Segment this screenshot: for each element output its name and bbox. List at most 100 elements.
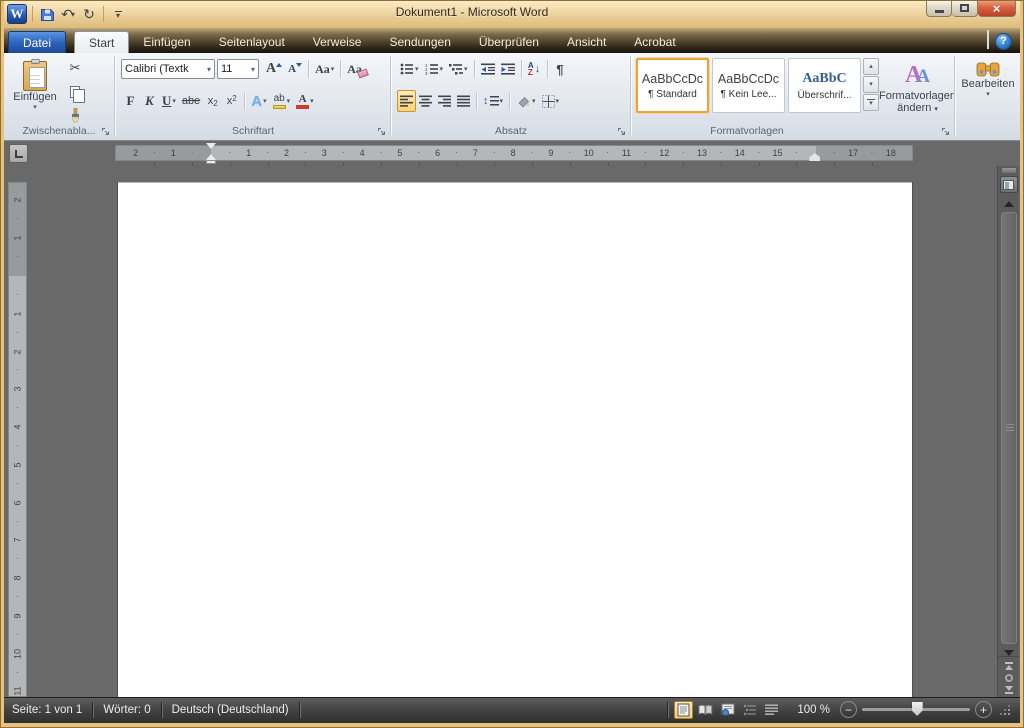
tab-acrobat[interactable]: Acrobat — [620, 31, 689, 53]
zoom-level[interactable]: 100 % — [797, 704, 830, 716]
numbered-list-icon: 123 — [425, 63, 439, 75]
shrink-font-button[interactable]: A — [285, 58, 305, 80]
close-button[interactable]: × — [978, 0, 1016, 17]
format-painter-button[interactable] — [65, 105, 85, 127]
web-layout-view-button[interactable] — [718, 701, 737, 719]
tab-ansicht[interactable]: Ansicht — [553, 31, 620, 53]
editing-button[interactable]: Bearbeiten ▾ — [955, 53, 1021, 98]
undo-button[interactable]: ↶▾ — [59, 4, 77, 24]
tab-seitenlayout[interactable]: Seitenlayout — [205, 31, 299, 53]
save-button[interactable] — [38, 4, 56, 24]
ruler-toggle-button[interactable] — [1000, 176, 1018, 193]
tab-stop-selector[interactable] — [9, 144, 28, 163]
vertical-ruler[interactable]: 211234567891011············· — [8, 182, 27, 697]
chevron-down-icon: ▾ — [500, 97, 504, 105]
tab-datei[interactable]: Datei — [8, 31, 66, 53]
collapse-ribbon-button[interactable] — [987, 32, 989, 50]
redo-button[interactable]: ↻ — [80, 4, 98, 24]
bold-button[interactable]: F — [121, 90, 140, 112]
gallery-more-button[interactable]: ▾ — [863, 94, 879, 111]
dialog-launcher-button[interactable] — [101, 127, 112, 138]
ruler-mark: 2 — [280, 145, 294, 161]
font-color-button[interactable]: A ▾ — [293, 90, 317, 112]
word-count[interactable]: Wörter: 0 — [93, 704, 160, 716]
word-window: W ↶▾ ↻ ▾ Dokument1 - Microsoft Word × Da… — [0, 0, 1024, 728]
zoom-slider-thumb[interactable] — [912, 702, 923, 716]
change-styles-button[interactable]: AA Formatvorlagen ändern ▾ — [879, 58, 956, 114]
dialog-launcher-button[interactable] — [617, 127, 628, 138]
dialog-launcher-button[interactable] — [377, 127, 388, 138]
split-handle[interactable] — [1002, 168, 1016, 173]
borders-button[interactable]: ▾ — [539, 90, 563, 112]
align-center-button[interactable] — [416, 90, 435, 112]
clear-formatting-button[interactable]: Aa — [344, 58, 365, 80]
help-button[interactable]: ? — [995, 33, 1012, 50]
zoom-in-button[interactable]: + — [975, 701, 992, 718]
language-indicator[interactable]: Deutsch (Deutschland) — [162, 704, 299, 716]
zoom-out-button[interactable]: − — [840, 701, 857, 718]
horizontal-ruler[interactable]: 211234567891011121314151718·············… — [115, 145, 913, 161]
scroll-up-button[interactable] — [1004, 201, 1014, 207]
decrease-indent-button[interactable] — [478, 58, 498, 80]
strikethrough-button[interactable]: abe — [179, 90, 203, 112]
style-tile-1[interactable]: AaBbCcDc¶ Kein Lee... — [712, 58, 785, 113]
cut-button[interactable]: ✂ — [65, 57, 85, 79]
highlight-color-button[interactable]: ab ▾ — [270, 90, 294, 112]
style-tile-0[interactable]: AaBbCcDc¶ Standard — [636, 58, 709, 113]
line-spacing-button[interactable]: ↕ ▾ — [480, 90, 506, 112]
outline-view-button[interactable] — [740, 701, 759, 719]
subscript-button[interactable]: x2 — [203, 90, 222, 112]
select-browse-object-button[interactable] — [1005, 674, 1013, 682]
show-paragraph-marks-button[interactable]: ¶ — [551, 58, 570, 80]
fullscreen-reading-view-button[interactable] — [696, 701, 715, 719]
tab-start[interactable]: Start — [74, 31, 129, 53]
minimize-icon — [935, 10, 944, 13]
resize-grip[interactable] — [1000, 705, 1010, 715]
gallery-up-button[interactable]: ▴ — [863, 58, 879, 75]
print-layout-view-button[interactable] — [674, 701, 693, 719]
align-right-button[interactable] — [435, 90, 454, 112]
undo-dropdown-icon[interactable]: ▾ — [71, 10, 75, 19]
justify-button[interactable] — [454, 90, 473, 112]
italic-button[interactable]: K — [140, 90, 159, 112]
page-count[interactable]: Seite: 1 von 1 — [12, 704, 92, 716]
text-effects-button[interactable]: A▾ — [248, 90, 269, 112]
change-case-button[interactable]: Aa▾ — [312, 58, 337, 80]
ruler-toggle-icon — [1003, 180, 1014, 190]
draft-view-button[interactable] — [762, 701, 781, 719]
left-indent-marker[interactable] — [206, 160, 216, 164]
group-zwischenablage: Einfügen ▾ ✂ Zwischenabla... — [3, 53, 115, 140]
next-page-button[interactable] — [1005, 686, 1013, 694]
font-size-combobox[interactable]: 11▾ — [217, 59, 259, 79]
font-name-combobox[interactable]: Calibri (Textk▾ — [121, 59, 215, 79]
numbering-button[interactable]: 123 ▾ — [422, 58, 447, 80]
superscript-button[interactable]: x2 — [222, 90, 241, 112]
align-left-button[interactable] — [397, 90, 416, 112]
chevron-down-icon: ▾ — [172, 97, 176, 105]
sort-button[interactable]: A Z ↓ — [525, 58, 544, 80]
style-tile-2[interactable]: AaBbCÜberschrif... — [788, 58, 861, 113]
word-logo-icon[interactable]: W — [7, 4, 27, 24]
document-page[interactable] — [118, 182, 912, 697]
previous-page-button[interactable] — [1005, 662, 1013, 670]
copy-button[interactable] — [65, 81, 85, 103]
shading-button[interactable]: ▾ — [513, 90, 539, 112]
window-title: Dokument1 - Microsoft Word — [120, 0, 824, 24]
minimize-button[interactable] — [926, 0, 952, 17]
underline-button[interactable]: U▾ — [159, 90, 179, 112]
ruler-mark: · — [340, 145, 346, 161]
paste-button[interactable]: Einfügen ▾ — [10, 57, 60, 123]
dialog-launcher-button[interactable] — [941, 127, 952, 138]
maximize-button[interactable] — [952, 0, 978, 17]
grow-font-button[interactable]: A — [263, 58, 285, 80]
gallery-down-button[interactable]: ▾ — [863, 76, 879, 93]
increase-indent-button[interactable] — [498, 58, 518, 80]
scrollbar-thumb[interactable] — [1001, 212, 1017, 644]
tab-ueberpruefen[interactable]: Überprüfen — [465, 31, 553, 53]
bullets-button[interactable]: ▾ — [397, 58, 422, 80]
tab-sendungen[interactable]: Sendungen — [375, 31, 464, 53]
tab-verweise[interactable]: Verweise — [299, 31, 376, 53]
zoom-slider[interactable] — [862, 708, 970, 711]
multilevel-list-button[interactable]: ▾ — [446, 58, 471, 80]
tab-einfuegen[interactable]: Einfügen — [129, 31, 204, 53]
